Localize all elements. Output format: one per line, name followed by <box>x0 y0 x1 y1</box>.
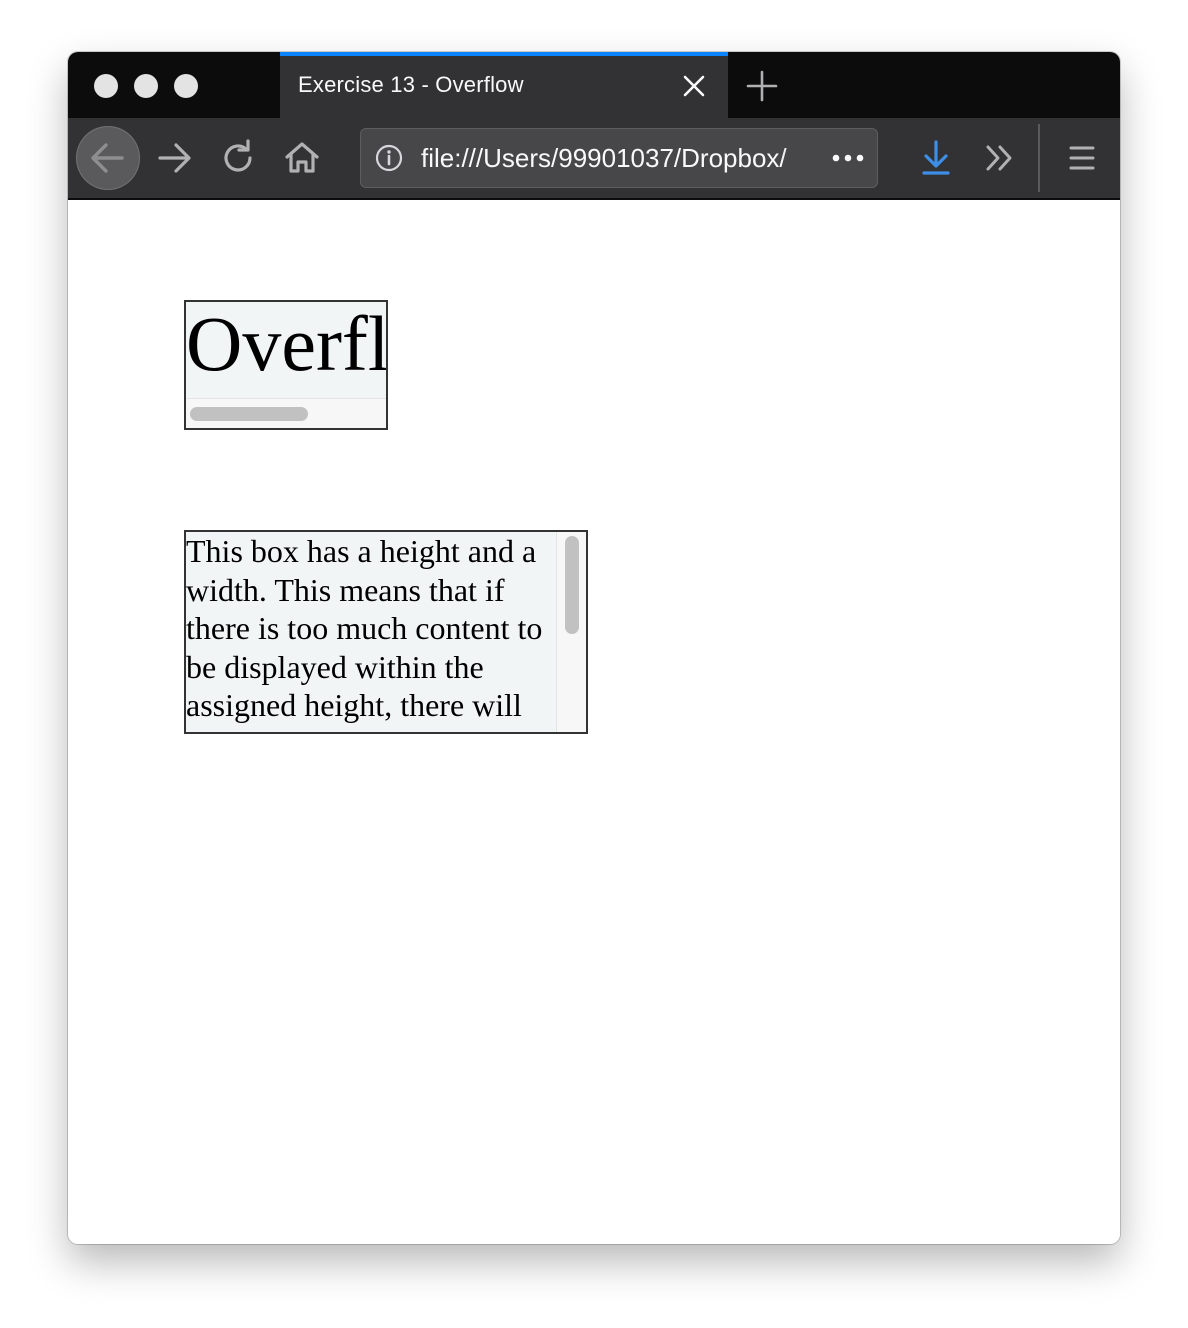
toolbar-separator <box>1038 124 1040 192</box>
overflow-heading-text: Overflow <box>186 300 388 387</box>
overflow-menu-button[interactable] <box>968 126 1032 190</box>
vertical-scrollbar[interactable] <box>556 532 586 732</box>
url-bar[interactable]: file:///Users/99901037/Dropbox/ <box>360 128 878 188</box>
horizontal-scroll-thumb[interactable] <box>190 407 308 421</box>
tab-title: Exercise 13 - Overflow <box>298 72 524 97</box>
tab-active[interactable]: Exercise 13 - Overflow <box>280 52 728 118</box>
url-text[interactable]: file:///Users/99901037/Dropbox/ <box>421 143 831 175</box>
reload-icon <box>206 126 270 190</box>
vertical-scroll-thumb[interactable] <box>565 536 579 634</box>
overflow-icon <box>968 126 1032 190</box>
downloads-button[interactable] <box>904 126 968 190</box>
menu-icon <box>1050 126 1114 190</box>
overflow-box-paragraph[interactable]: This box has a height and a width. This … <box>184 530 588 734</box>
home-button[interactable] <box>270 126 334 190</box>
back-button[interactable] <box>76 126 140 190</box>
new-tab-icon[interactable] <box>744 68 780 104</box>
info-icon[interactable] <box>375 144 403 172</box>
horizontal-scrollbar[interactable] <box>186 398 386 428</box>
reload-button[interactable] <box>206 126 270 190</box>
back-icon <box>76 126 140 190</box>
download-icon <box>904 126 968 190</box>
home-icon <box>270 126 334 190</box>
forward-icon <box>142 126 206 190</box>
close-window-button[interactable] <box>94 74 118 98</box>
forward-button[interactable] <box>142 126 206 190</box>
minimize-window-button[interactable] <box>134 74 158 98</box>
more-icon[interactable] <box>831 149 865 167</box>
overflow-paragraph-text: This box has a height and a width. This … <box>186 533 543 732</box>
nav-toolbar: file:///Users/99901037/Dropbox/ <box>68 118 1120 200</box>
overflow-box-heading[interactable]: Overflow <box>184 300 388 430</box>
tab-accent-line <box>280 52 728 56</box>
tab-strip: Exercise 13 - Overflow <box>68 52 1120 118</box>
close-tab-icon[interactable] <box>680 72 708 100</box>
browser-window: Exercise 13 - Overflow file:///Users/999… <box>68 52 1120 1244</box>
zoom-window-button[interactable] <box>174 74 198 98</box>
app-menu-button[interactable] <box>1050 126 1114 190</box>
page-content: Overflow This box has a height and a wid… <box>68 200 1120 1244</box>
